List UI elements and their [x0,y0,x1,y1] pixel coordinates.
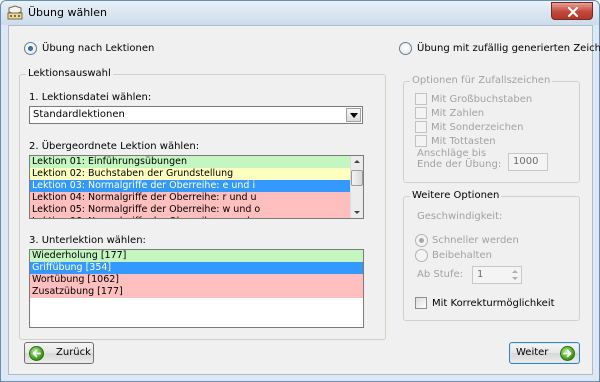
deadkeys-checkbox[interactable] [415,135,427,147]
parent-lesson-item[interactable]: Lektion 01: Einführungsübungen [30,156,363,168]
scroll-up-button[interactable] [351,156,363,168]
more-options-title: Weitere Optionen [410,190,502,201]
random-mode-label[interactable]: Übung mit zufällig generierten Zeichen [417,43,600,54]
lesson-file-label: 1. Lektionsdatei wählen: [29,92,152,103]
from-level-value: 1 [477,269,484,280]
back-button[interactable]: Zurück [24,342,94,364]
from-level-label: Ab Stufe: [417,269,464,280]
arrow-right-icon [560,346,575,361]
dropdown-arrow-button[interactable] [346,108,361,122]
keystrokes-label-line1: Anschläge bis [417,148,487,159]
sub-lesson-item[interactable]: Wiederholung [177] [30,250,363,262]
correction-checkbox[interactable] [415,297,427,309]
speed-label: Geschwindigkeit: [417,211,503,222]
sub-lesson-item[interactable]: Griffübung [354] [30,262,363,274]
sub-lesson-item[interactable]: Wortübung [1062] [30,274,363,286]
keystrokes-value: 1000 [513,156,539,167]
lessons-mode-label[interactable]: Übung nach Lektionen [42,43,154,54]
uppercase-label: Mit Großbuchstaben [431,94,533,105]
digits-checkbox[interactable] [415,107,427,119]
keep-speed-label: Beibehalten [432,250,492,261]
uppercase-checkbox[interactable] [415,93,427,105]
dialog-client-area: Übung nach Lektionen Übung mit zufällig … [8,25,600,375]
parent-lesson-list[interactable]: Lektion 01: Einführungsübungen Lektion 02… [29,155,364,219]
random-mode-radio[interactable] [399,42,412,55]
close-button[interactable] [551,2,593,20]
next-button-label: Weiter [516,347,549,358]
parent-lesson-label: 2. Übergeordnete Lektion wählen: [29,141,200,152]
from-level-spinner[interactable]: 1 [472,266,522,284]
lesson-selection-title: Lektionsauswahl [26,68,113,79]
back-button-label: Zurück [56,347,91,358]
parent-lesson-item[interactable]: Lektion 02: Buchstaben der Grundstellung [30,168,363,180]
digits-label: Mit Zahlen [431,108,485,119]
spinner-arrows-icon [512,270,518,280]
lesson-file-value: Standardlektionen [33,109,125,120]
special-chars-checkbox[interactable] [415,121,427,133]
special-chars-label: Mit Sonderzeichen [431,122,524,133]
dialog-window: Übung wählen Übung nach Lektionen Übung … [0,0,600,382]
next-button[interactable]: Weiter [509,342,580,364]
lessons-mode-radio[interactable] [24,42,37,55]
parent-lesson-item[interactable]: Lektion 05: Normalgriffe der Oberreihe: … [30,204,363,216]
sub-lesson-label: 3. Unterlektion wählen: [29,235,146,246]
close-icon [567,7,579,17]
faster-label: Schneller werden [432,235,519,246]
scroll-up-icon [354,160,360,163]
correction-label[interactable]: Mit Korrekturmöglichkeit [432,298,555,309]
scroll-thumb[interactable] [351,170,363,186]
parent-list-scrollbar[interactable] [350,156,363,218]
faster-radio[interactable] [415,234,428,247]
sub-lesson-item[interactable]: Zusatzübung [177] [30,286,363,298]
random-options-title: Optionen für Zufallszeichen [410,75,553,86]
scroll-down-icon [354,211,360,214]
scroll-down-button[interactable] [351,206,363,218]
parent-lesson-item[interactable]: Lektion 03: Normalgriffe der Oberreihe: … [30,180,363,192]
keep-speed-radio[interactable] [415,249,428,262]
lesson-file-dropdown[interactable]: Standardlektionen [29,106,363,124]
parent-lesson-item[interactable]: Lektion 04: Normalgriffe der Oberreihe: … [30,192,363,204]
parent-lesson-item[interactable]: Lektion 06: Normalgriffe der Oberreihe: … [30,216,363,218]
keystrokes-input[interactable]: 1000 [508,153,548,171]
title-bar[interactable]: Übung wählen [1,1,599,25]
chevron-down-icon [350,113,358,118]
arrow-left-icon [29,346,44,361]
sub-lesson-list[interactable]: Wiederholung [177] Griffübung [354] Wortüb… [29,249,364,328]
window-title: Übung wählen [28,6,107,19]
keystrokes-label-line2: Ende der Übung: [417,159,502,170]
keyboard-icon [7,5,23,21]
deadkeys-label: Mit Tottasten [431,136,496,147]
